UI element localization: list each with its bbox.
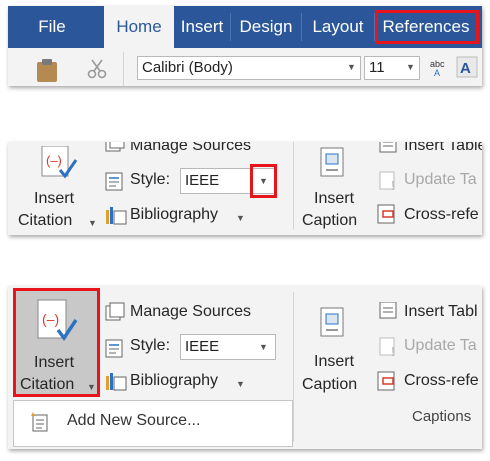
insert-caption-label-line1[interactable]: Insert bbox=[314, 190, 354, 208]
bibliography-button[interactable]: Bibliography bbox=[130, 372, 218, 390]
style-icon bbox=[105, 339, 123, 358]
insert-citation-dropdown-icon[interactable]: ▼ bbox=[88, 218, 97, 228]
svg-text:A: A bbox=[434, 68, 440, 78]
manage-sources-button[interactable]: Manage Sources bbox=[130, 303, 251, 321]
insert-citation-highlight-box bbox=[13, 288, 100, 397]
bibliography-button[interactable]: Bibliography bbox=[130, 206, 218, 224]
update-table-icon: ! bbox=[379, 171, 395, 192]
style-dropdown-icon[interactable]: ▼ bbox=[259, 342, 268, 352]
style-label: Style: bbox=[130, 337, 171, 354]
svg-text:A: A bbox=[460, 60, 471, 77]
home-toolbar-row: Calibri (Body) ▼ 11 ▼ abc A A bbox=[8, 48, 482, 86]
font-name-combobox[interactable]: Calibri (Body) bbox=[137, 56, 361, 80]
manage-sources-icon[interactable] bbox=[104, 302, 126, 322]
insert-table-of-figures-icon[interactable] bbox=[378, 142, 398, 154]
ribbon-group-divider bbox=[293, 142, 294, 230]
svg-text:!: ! bbox=[391, 344, 395, 358]
text-effects-icon[interactable]: A bbox=[456, 56, 478, 78]
update-table-icon: ! bbox=[379, 337, 395, 358]
style-value: IEEE bbox=[185, 172, 220, 189]
insert-citation-label-line2[interactable]: Citation bbox=[18, 212, 72, 230]
style-icon bbox=[105, 172, 123, 191]
bibliography-dropdown-icon[interactable]: ▼ bbox=[236, 213, 245, 223]
toolbar-divider bbox=[123, 52, 124, 86]
paste-icon[interactable] bbox=[34, 56, 62, 82]
insert-caption-label-line2[interactable]: Caption bbox=[302, 212, 357, 230]
cross-reference-button[interactable]: Cross-refe bbox=[404, 206, 479, 224]
style-value: IEEE bbox=[185, 338, 220, 355]
update-table-button: Update Ta bbox=[404, 171, 477, 188]
word-tab-bar-panel: File Home Insert Design Layout Reference… bbox=[8, 6, 482, 86]
cross-reference-icon[interactable] bbox=[376, 203, 400, 225]
references-highlight-box bbox=[375, 10, 479, 44]
captions-group-label: Captions bbox=[412, 408, 472, 425]
tab-layout[interactable]: Layout bbox=[302, 6, 374, 48]
insert-table-of-figures-icon[interactable] bbox=[378, 302, 398, 320]
insert-citation-icon[interactable]: (–) bbox=[38, 146, 78, 180]
insert-caption-icon[interactable] bbox=[318, 306, 346, 340]
style-label: Style: bbox=[130, 171, 171, 188]
svg-text:!: ! bbox=[391, 178, 395, 192]
insert-caption-label-line1[interactable]: Insert bbox=[314, 353, 354, 371]
ribbon-group-divider bbox=[293, 292, 294, 442]
tab-home[interactable]: Home bbox=[104, 6, 174, 48]
font-name-value: Calibri (Body) bbox=[142, 59, 233, 76]
font-size-value: 11 bbox=[369, 59, 385, 76]
insert-table-of-figures-button[interactable]: Insert Table bbox=[404, 142, 482, 155]
manage-sources-button[interactable]: Manage Sources bbox=[130, 142, 251, 155]
update-table-button: Update Ta bbox=[404, 337, 477, 354]
insert-citation-menu: Add New Source... bbox=[13, 400, 293, 447]
cross-reference-button[interactable]: Cross-refe bbox=[404, 372, 479, 390]
svg-text:(–): (–) bbox=[46, 153, 62, 168]
cut-icon[interactable] bbox=[86, 58, 108, 80]
add-new-source-icon bbox=[31, 412, 48, 432]
insert-caption-icon[interactable] bbox=[318, 146, 346, 180]
tab-file[interactable]: File bbox=[8, 6, 96, 48]
references-ribbon-citation-panel: (–) Insert Citation ▼ Manage Sources Sty… bbox=[8, 286, 482, 449]
bibliography-icon[interactable] bbox=[104, 204, 128, 226]
bibliography-icon[interactable] bbox=[104, 370, 128, 392]
bibliography-dropdown-icon[interactable]: ▼ bbox=[236, 379, 245, 389]
insert-table-of-figures-button[interactable]: Insert Tabl bbox=[404, 303, 478, 321]
manage-sources-icon[interactable] bbox=[104, 142, 126, 154]
font-size-dropdown-icon[interactable]: ▼ bbox=[406, 62, 415, 72]
references-ribbon-style-panel: (–) Insert Citation ▼ Manage Sources Sty… bbox=[8, 142, 482, 235]
cross-reference-icon[interactable] bbox=[376, 370, 400, 392]
change-case-icon[interactable]: abc A bbox=[428, 56, 450, 78]
tab-design[interactable]: Design bbox=[231, 6, 301, 48]
ribbon-tab-bar: File Home Insert Design Layout Reference… bbox=[8, 6, 482, 48]
style-dropdown-highlight-box bbox=[250, 164, 277, 198]
insert-citation-label-line1[interactable]: Insert bbox=[34, 190, 74, 208]
menu-item-add-new-source[interactable]: Add New Source... bbox=[67, 412, 200, 430]
tab-insert[interactable]: Insert bbox=[174, 6, 230, 48]
insert-caption-label-line2[interactable]: Caption bbox=[302, 376, 357, 394]
font-name-dropdown-icon[interactable]: ▼ bbox=[347, 62, 356, 72]
